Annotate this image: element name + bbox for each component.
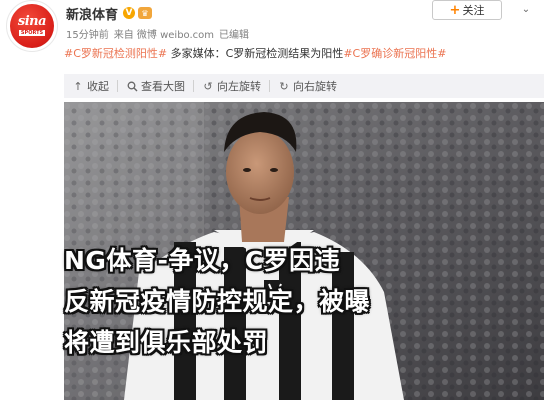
rotate-left-label: 向左旋转 (217, 80, 261, 93)
caption-line: 将遭到俱乐部处罚 (64, 328, 269, 357)
post-header: sina SPORTS 新浪体育 V ♛ 15分钟前 来自 微博 weibo.c… (0, 0, 550, 85)
view-large-button[interactable]: 查看大图 (118, 74, 193, 98)
follow-button[interactable]: + 关注 (432, 0, 502, 20)
vip-badge-icon[interactable]: ♛ (138, 7, 153, 19)
plus-icon: + (449, 2, 461, 18)
follow-label: 关注 (462, 4, 485, 17)
magnifier-icon (126, 81, 138, 92)
post-text: #C罗新冠检测阳性# 多家媒体：C罗新冠检测结果为阳性#C罗确诊新冠阳性# (64, 46, 544, 62)
arrow-up-icon: ↑ (73, 79, 83, 93)
edited-label: 已编辑 (219, 30, 250, 41)
view-large-label: 查看大图 (141, 80, 185, 93)
collapse-button[interactable]: ↑ 收起 (64, 74, 117, 98)
verified-icon: V (123, 7, 136, 19)
avatar[interactable]: sina SPORTS (6, 0, 58, 52)
image-caption: NG体育-争议，C罗因违 反新冠疫情防控规定，被曝 将遭到俱乐部处罚 (64, 240, 524, 363)
rotate-right-label: 向右旋转 (293, 80, 337, 93)
caption-line: 反新冠疫情防控规定，被曝 (64, 287, 371, 316)
chevron-down-icon[interactable]: ⌄ (518, 2, 534, 16)
logo-brand-text: sina (17, 14, 47, 29)
rotate-right-button[interactable]: ↻ 向右旋转 (270, 74, 345, 98)
hashtag-link[interactable]: #C罗新冠检测阳性# (64, 47, 167, 60)
logo-sub-text: SPORTS (18, 30, 46, 36)
rotate-left-icon: ↺ (203, 79, 213, 93)
account-name[interactable]: 新浪体育 (66, 4, 118, 23)
post-time[interactable]: 15分钟前 (66, 26, 109, 41)
post-body: 多家媒体：C罗新冠检测结果为阳性 (167, 47, 344, 60)
post-source[interactable]: 来自 微博 weibo.com (114, 26, 214, 41)
post-meta: 15分钟前 来自 微博 weibo.com 已编辑 (66, 26, 249, 41)
sina-sports-logo: sina SPORTS (10, 4, 54, 48)
rotate-right-icon: ↻ (279, 79, 289, 93)
hashtag-link[interactable]: #C罗确诊新冠阳性# (343, 47, 446, 60)
collapse-label: 收起 (87, 80, 109, 93)
rotate-left-button[interactable]: ↺ 向左旋转 (194, 74, 269, 98)
caption-line: NG体育-争议，C罗因违 (64, 246, 341, 275)
account-name-row: 新浪体育 V ♛ (66, 4, 153, 23)
image-toolbar: ↑ 收起 查看大图 ↺ 向左旋转 ↻ 向右旋转 (64, 74, 544, 98)
